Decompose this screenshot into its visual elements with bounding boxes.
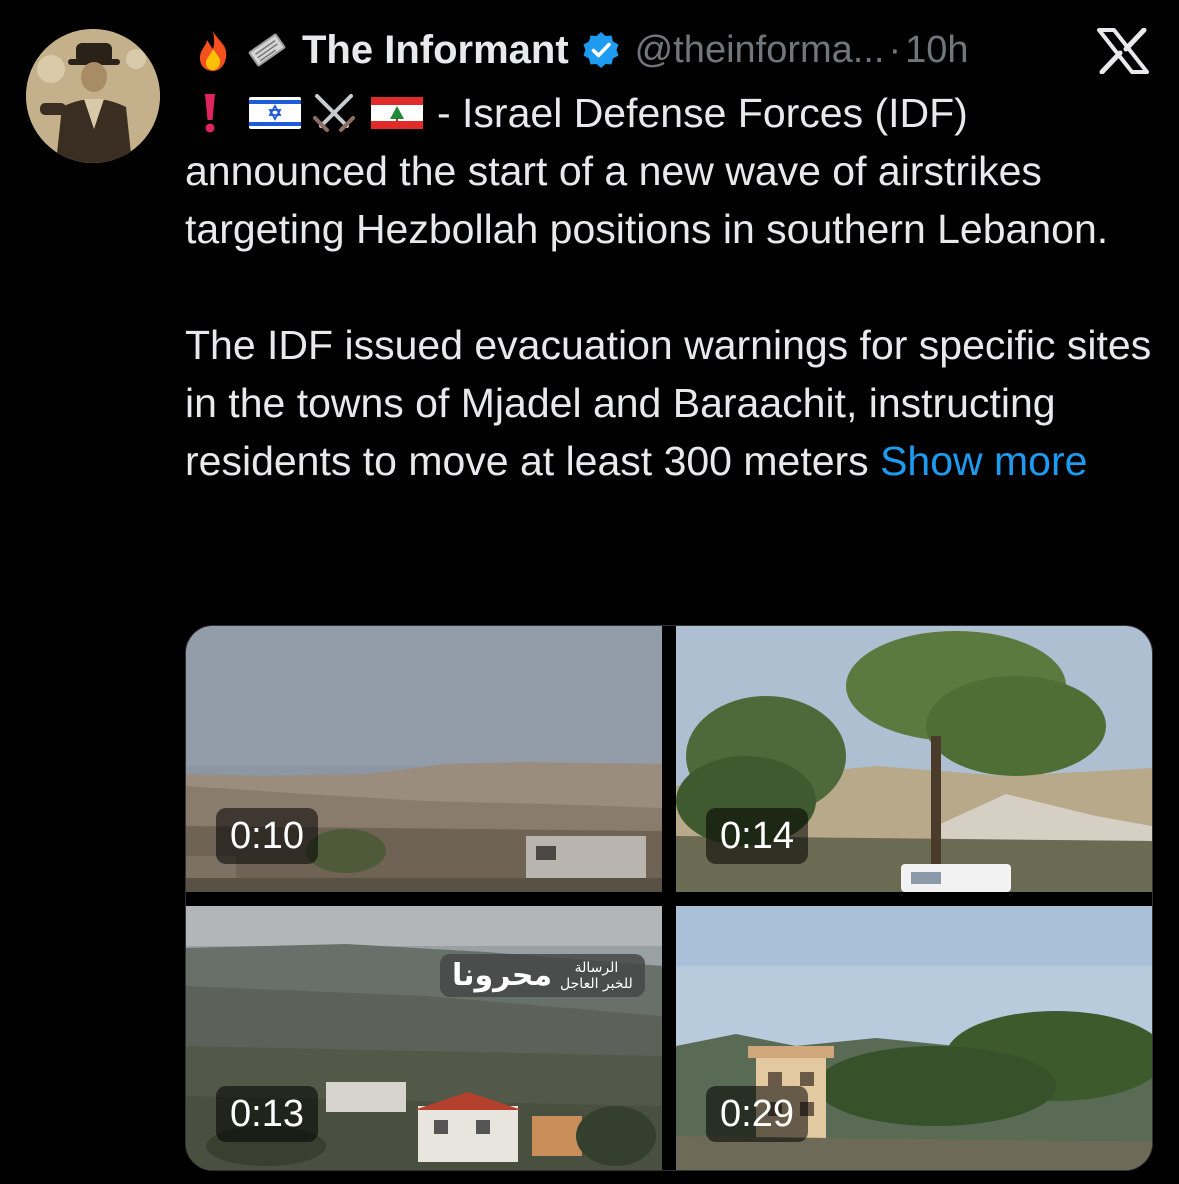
- show-more-link[interactable]: Show more: [880, 438, 1087, 484]
- video-duration-4: 0:29: [706, 1086, 808, 1142]
- exclamation-icon: [205, 94, 215, 133]
- video-duration-3: 0:13: [216, 1086, 318, 1142]
- author-name[interactable]: The Informant: [302, 28, 569, 73]
- newspaper-icon: [248, 33, 286, 67]
- lebanon-flag-icon: [371, 97, 423, 129]
- tweet-header: The Informant @theinforma... · 10h: [190, 22, 1159, 78]
- watermark-side-bottom: للخبر العاجل: [560, 975, 633, 992]
- author-handle[interactable]: @theinforma...: [635, 29, 885, 72]
- video-thumbnail-1[interactable]: 0:10: [186, 626, 662, 892]
- crossed-swords-icon: [313, 94, 355, 132]
- watermark-main-text: محرونا: [452, 958, 553, 993]
- tweet-text-line1: - Israel Defense Forces (IDF): [437, 90, 968, 136]
- video-watermark: محرونا الرسالة للخبر العاجل: [440, 954, 645, 997]
- video-duration-2: 0:14: [706, 808, 808, 864]
- separator-dot: ·: [888, 28, 902, 71]
- israel-flag-icon: [249, 97, 301, 129]
- video-thumbnail-4[interactable]: 0:29: [676, 906, 1152, 1170]
- video-thumbnail-2[interactable]: 0:14: [676, 626, 1152, 892]
- avatar-photo: [26, 29, 160, 163]
- x-logo-icon: [1097, 28, 1149, 74]
- tweet-paragraph-1: announced the start of a new wave of air…: [185, 148, 1109, 252]
- video-duration-1: 0:10: [216, 808, 318, 864]
- tweet-timestamp[interactable]: 10h: [905, 29, 968, 72]
- avatar[interactable]: [26, 29, 160, 163]
- watermark-side-text: الرسالة للخبر العاجل: [560, 960, 633, 992]
- tweet-text-first-line: - Israel Defense Forces (IDF): [185, 84, 1160, 142]
- verified-badge-icon[interactable]: [581, 30, 621, 70]
- fire-icon: [199, 31, 227, 71]
- watermark-side-top: الرسالة: [574, 959, 619, 976]
- tweet-paragraph-2: The IDF issued evacuation warnings for s…: [185, 316, 1160, 490]
- video-thumbnail-3[interactable]: محرونا الرسالة للخبر العاجل 0:13: [186, 906, 662, 1170]
- tweet-text: - Israel Defense Forces (IDF) announced …: [185, 84, 1160, 490]
- media-grid: 0:10 0:14 محرونا الرسالة للخبر العاجل 0:…: [185, 625, 1153, 1171]
